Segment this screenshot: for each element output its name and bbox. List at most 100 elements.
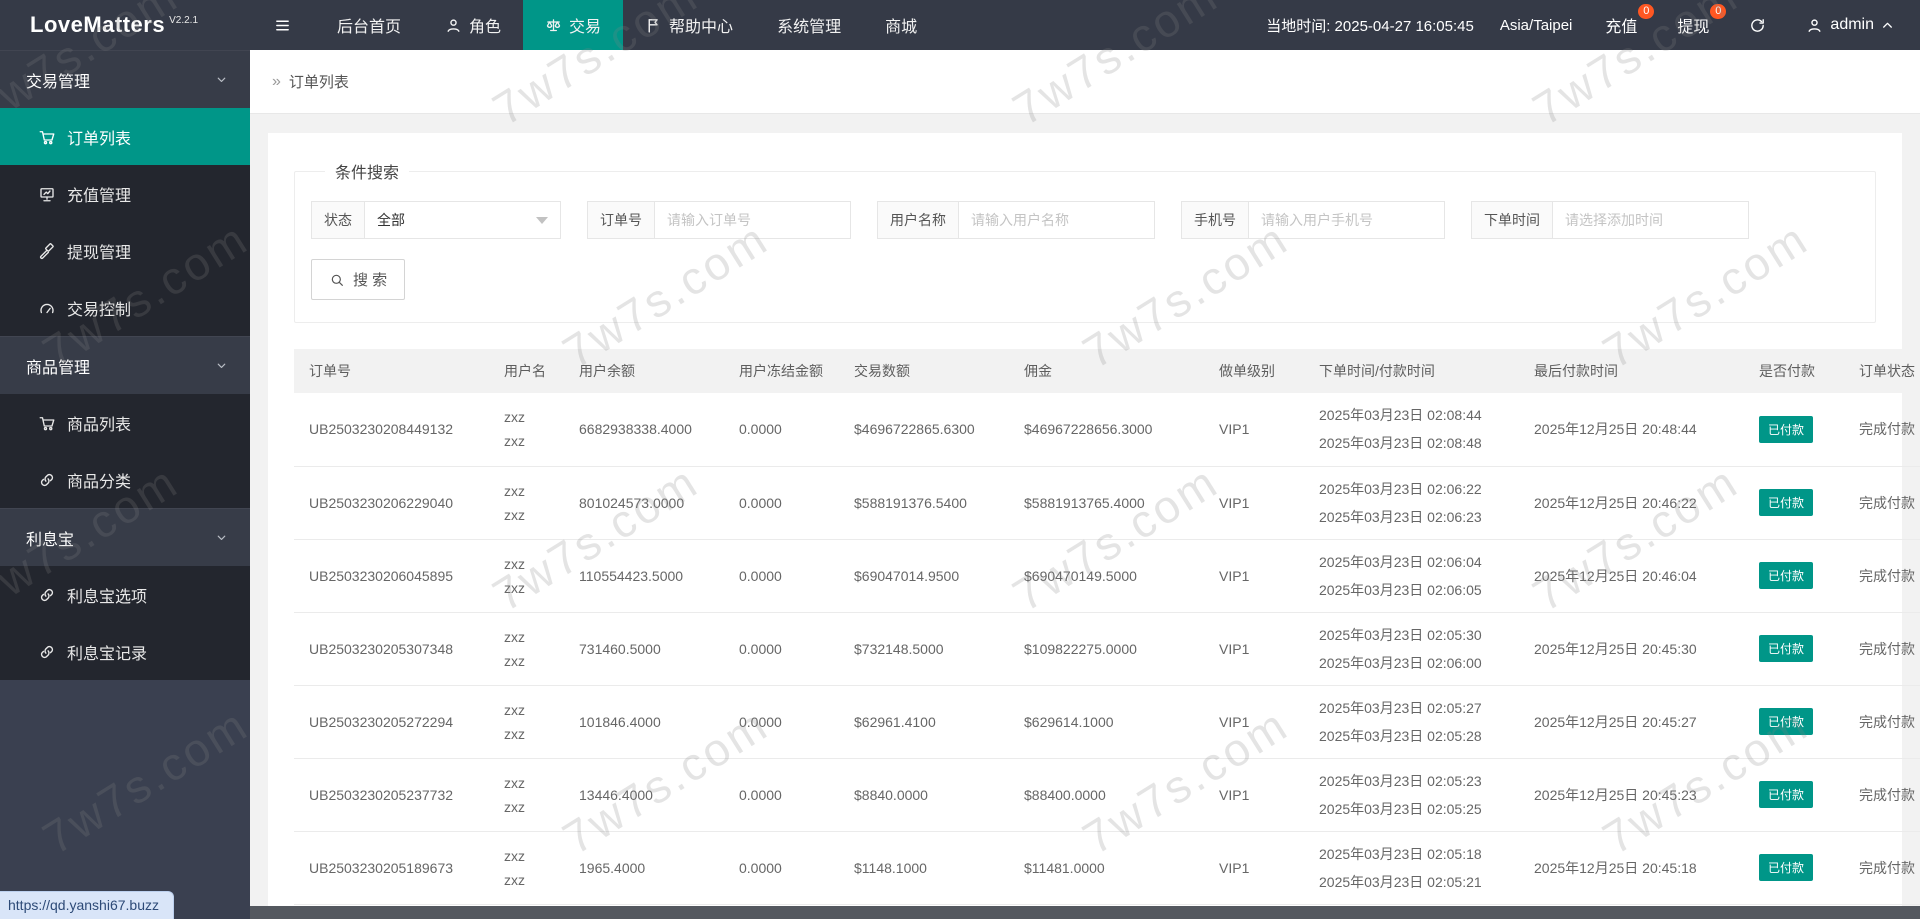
recharge-button[interactable]: 充值 0 <box>1585 0 1657 50</box>
sidebar-group-interest[interactable]: 利息宝 <box>0 508 250 566</box>
table-row: UB2503230205272294 zxz zxz 101846.4000 0.… <box>294 685 1920 759</box>
sidebar-item-label: 商品列表 <box>67 416 132 434</box>
table-row: UB2503230205237732 zxz zxz 13446.4000 0.0… <box>294 758 1920 832</box>
gauge-icon <box>38 299 56 317</box>
cell-last-pay-time: 2025年12月25日 20:48:44 <box>1519 393 1744 467</box>
card: 条件搜索 状态 全部 订单号 请输入订单号 用户名称 请输入用户名称 手机号 请… <box>268 133 1920 919</box>
horizontal-scrollbar[interactable] <box>250 906 1920 919</box>
nav-item-home[interactable]: 后台首页 <box>315 0 423 50</box>
column-header: 订单状态 <box>1844 349 1920 393</box>
cell-username: zxz zxz <box>489 539 564 613</box>
nav-item-roles[interactable]: 角色 <box>423 0 523 50</box>
cell-frozen: 0.0000 <box>724 539 839 613</box>
cell-order-no: UB2503230205272294 <box>294 685 489 759</box>
column-header: 交易数额 <box>839 349 1009 393</box>
cell-frozen: 0.0000 <box>724 758 839 832</box>
main-area: » 订单列表 条件搜索 状态 全部 订单号 请输入订单号 用户名称 请输入用户名… <box>250 50 1920 919</box>
search-button[interactable]: 搜 索 <box>311 259 406 300</box>
cart-icon <box>38 128 56 146</box>
sidebar-item-interest-options[interactable]: 利息宝选项 <box>0 566 250 623</box>
sidebar-item-product-category[interactable]: 商品分类 <box>0 451 250 508</box>
cell-commission: $5881913765.4000 <box>1009 466 1204 540</box>
order-time-field <box>1553 201 1749 239</box>
sidebar-item-label: 商品分类 <box>67 473 132 491</box>
user-menu[interactable]: admin <box>1786 0 1920 50</box>
sidebar-group-product-mgmt[interactable]: 商品管理 <box>0 336 250 394</box>
table-row: UB2503230206045895 zxz zxz 110554423.5000… <box>294 539 1920 613</box>
search-panel: 条件搜索 状态 全部 订单号 请输入订单号 用户名称 请输入用户名称 手机号 请… <box>294 159 1876 323</box>
cell-level: VIP1 <box>1204 685 1304 759</box>
app-logo: LoveMatters V2.2.1 <box>0 0 250 50</box>
cell-order-time: 2025年03月23日 02:08:44 2025年03月23日 02:08:48 <box>1304 393 1519 467</box>
hamburger-icon <box>274 17 291 34</box>
nav-item-mall[interactable]: 商城 <box>863 0 939 50</box>
cell-order-status: 完成付款 <box>1844 466 1920 540</box>
cell-amount: $732148.5000 <box>839 612 1009 686</box>
sidebar-item-label: 利息宝记录 <box>67 645 148 663</box>
refresh-button[interactable] <box>1729 0 1786 50</box>
column-header: 是否付款 <box>1744 349 1844 393</box>
sidebar-item-interest-records[interactable]: 利息宝记录 <box>0 623 250 680</box>
withdraw-badge: 0 <box>1710 4 1727 19</box>
sidebar-item-order-list[interactable]: 订单列表 <box>0 108 250 165</box>
cell-order-no: UB2503230206045895 <box>294 539 489 613</box>
sidebar-submenu: 订单列表充值管理提现管理 交易控制 <box>0 108 250 336</box>
content: 条件搜索 状态 全部 订单号 请输入订单号 用户名称 请输入用户名称 手机号 请… <box>250 115 1920 919</box>
order-no-field-group: 订单号 <box>587 201 851 239</box>
cell-commission: $629614.1000 <box>1009 685 1204 759</box>
cell-commission: $88400.0000 <box>1009 758 1204 832</box>
cell-amount: $4696722865.6300 <box>839 393 1009 467</box>
search-row: 状态 全部 订单号 用户名称 <box>311 201 1859 239</box>
nav-item-help[interactable]: 帮助中心 <box>623 0 755 50</box>
cell-last-pay-time: 2025年12月25日 20:46:04 <box>1519 539 1744 613</box>
column-header: 佣金 <box>1009 349 1204 393</box>
cell-paid: 已付款 <box>1744 831 1844 905</box>
cell-order-time: 2025年03月23日 02:06:22 2025年03月23日 02:06:23 <box>1304 466 1519 540</box>
nav-item-label: 系统管理 <box>777 19 842 36</box>
cell-commission: $109822275.0000 <box>1009 612 1204 686</box>
status-selected-value: 全部 <box>377 212 405 228</box>
sidebar-item-recharge-mgmt[interactable]: 充值管理 <box>0 165 250 222</box>
cell-order-status: 完成付款 <box>1844 685 1920 759</box>
cell-frozen: 0.0000 <box>724 831 839 905</box>
sidebar-item-label: 充值管理 <box>67 187 132 205</box>
cell-balance: 101846.4000 <box>564 685 724 759</box>
sidebar-item-withdraw-mgmt[interactable]: 提现管理 <box>0 222 250 279</box>
user-icon <box>1806 17 1823 34</box>
cell-order-time: 2025年03月23日 02:05:30 2025年03月23日 02:06:00 <box>1304 612 1519 686</box>
order-no-input[interactable] <box>667 212 838 228</box>
order-time-input[interactable] <box>1565 212 1736 228</box>
sidebar-group-trade-mgmt[interactable]: 交易管理 <box>0 50 250 108</box>
sidebar-toggle-button[interactable] <box>250 0 315 50</box>
withdraw-button[interactable]: 提现 0 <box>1657 0 1729 50</box>
cell-username: zxz zxz <box>489 685 564 759</box>
chevron-up-icon <box>1881 19 1894 32</box>
column-header: 做单级别 <box>1204 349 1304 393</box>
cell-level: VIP1 <box>1204 539 1304 613</box>
column-header: 用户冻结金额 <box>724 349 839 393</box>
nav-item-label: 角色 <box>469 19 502 36</box>
cell-order-status: 完成付款 <box>1844 831 1920 905</box>
paid-badge: 已付款 <box>1759 489 1814 516</box>
status-select[interactable]: 全部 <box>365 201 561 239</box>
cell-level: VIP1 <box>1204 393 1304 467</box>
cell-last-pay-time: 2025年12月25日 20:46:22 <box>1519 466 1744 540</box>
sidebar-item-trade-control[interactable]: 交易控制 <box>0 279 250 336</box>
order-no-field <box>655 201 851 239</box>
cell-amount: $8840.0000 <box>839 758 1009 832</box>
board-icon <box>38 185 56 203</box>
search-button-label: 搜 索 <box>353 272 388 289</box>
cell-order-no: UB2503230208449132 <box>294 393 489 467</box>
sidebar-item-product-list[interactable]: 商品列表 <box>0 394 250 451</box>
status-field-group: 状态 全部 <box>311 201 561 239</box>
user-icon <box>445 17 462 34</box>
nav-item-trade[interactable]: 交易 <box>523 0 624 50</box>
cell-order-time: 2025年03月23日 02:05:18 2025年03月23日 02:05:21 <box>1304 831 1519 905</box>
flag-icon <box>645 17 662 34</box>
phone-input[interactable] <box>1261 212 1432 228</box>
nav-item-system[interactable]: 系统管理 <box>755 0 863 50</box>
cell-order-status: 完成付款 <box>1844 393 1920 467</box>
phone-field <box>1249 201 1445 239</box>
user-name-input[interactable] <box>971 212 1142 228</box>
status-label: 状态 <box>311 201 365 239</box>
